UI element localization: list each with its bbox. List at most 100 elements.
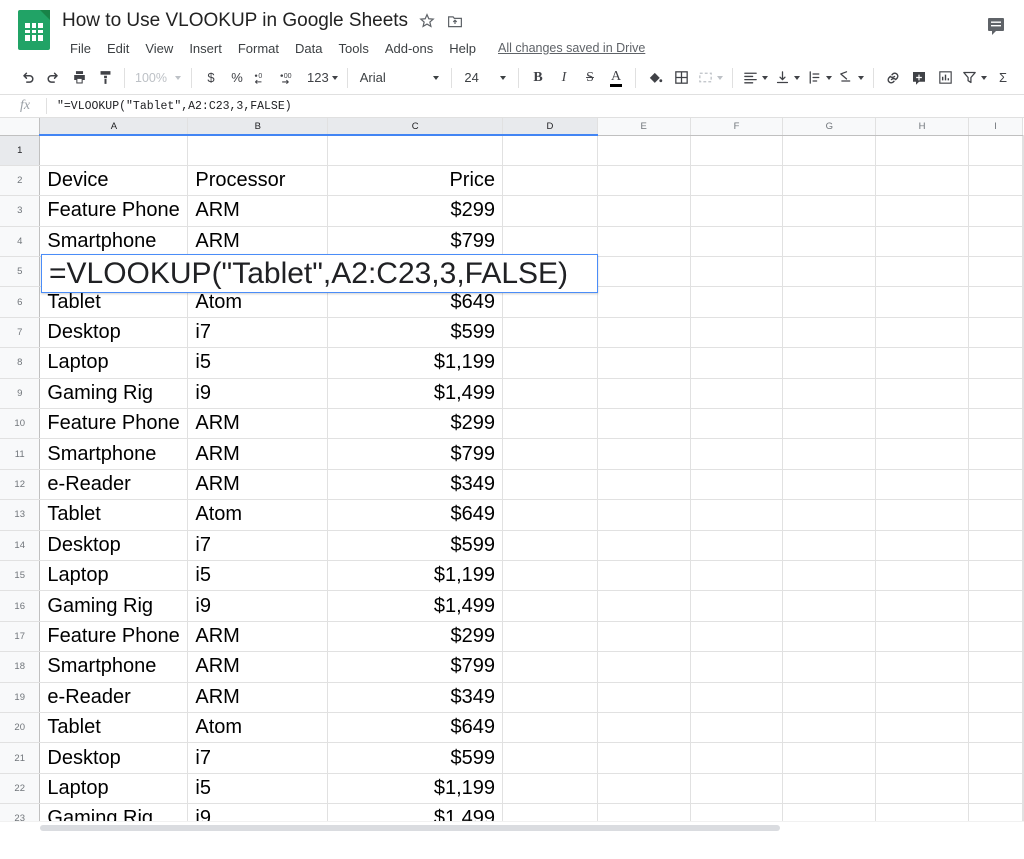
grid-cell[interactable] [968, 195, 1023, 227]
print-icon[interactable] [66, 65, 92, 91]
grid-cell-b[interactable]: i5 [187, 773, 329, 805]
grid-cell[interactable] [597, 742, 691, 774]
grid-cell[interactable] [875, 712, 970, 744]
grid-cell[interactable] [875, 621, 970, 653]
grid-cell[interactable] [502, 165, 598, 197]
grid-cell[interactable] [782, 773, 877, 805]
grid-cell[interactable] [690, 378, 784, 410]
grid-cell[interactable] [1022, 742, 1024, 774]
grid-cell[interactable] [782, 256, 877, 288]
grid-cell[interactable] [502, 408, 598, 440]
menu-item-file[interactable]: File [62, 39, 99, 58]
column-header-i[interactable]: I [968, 118, 1023, 136]
grid-cell[interactable] [597, 438, 691, 470]
grid-cell[interactable] [875, 135, 970, 166]
grid-cell-b[interactable]: ARM [187, 438, 329, 470]
row-header[interactable]: 4 [0, 226, 41, 258]
grid-cell-b[interactable]: i7 [187, 530, 329, 561]
row-header[interactable]: 6 [0, 286, 41, 318]
row-header[interactable]: 16 [0, 590, 41, 622]
grid-cell-c[interactable]: $299 [327, 621, 504, 653]
star-icon[interactable] [418, 12, 436, 30]
grid-cell[interactable] [875, 165, 970, 197]
grid-cell[interactable] [875, 317, 970, 349]
grid-cell[interactable] [782, 499, 877, 531]
grid-cell[interactable] [502, 135, 598, 166]
grid-cell-a[interactable]: e-Reader [39, 469, 189, 501]
grid-cell-b[interactable]: i5 [187, 347, 329, 379]
grid-cell[interactable] [1022, 560, 1024, 592]
column-header-c[interactable]: C [327, 118, 504, 136]
menu-item-view[interactable]: View [137, 39, 181, 58]
grid-cell[interactable] [1022, 347, 1024, 379]
select-all-corner[interactable] [0, 118, 41, 136]
decrease-decimal-button[interactable]: 0 [250, 65, 276, 91]
grid-cell[interactable] [1022, 712, 1024, 744]
paint-format-icon[interactable] [92, 65, 118, 91]
grid-cell[interactable] [875, 742, 970, 774]
grid-cell-c[interactable]: $599 [327, 742, 504, 774]
grid-cell[interactable] [690, 317, 784, 349]
grid-cell-c[interactable]: $799 [327, 438, 504, 470]
grid-cell[interactable] [597, 712, 691, 744]
grid-cell[interactable] [597, 226, 691, 258]
grid-cell[interactable] [875, 773, 970, 805]
grid-cell[interactable] [782, 742, 877, 774]
grid-cell[interactable] [690, 590, 784, 622]
grid-cell[interactable] [782, 438, 877, 470]
grid-cell[interactable] [875, 590, 970, 622]
grid-cell[interactable] [782, 530, 877, 561]
grid-cell[interactable] [968, 165, 1023, 197]
grid-cell[interactable] [690, 530, 784, 561]
grid-cell-c[interactable]: $299 [327, 195, 504, 227]
grid-cell-c[interactable]: $1,199 [327, 347, 504, 379]
grid-cell-a[interactable]: Desktop [39, 742, 189, 774]
grid-cell-a[interactable]: Device [39, 165, 189, 197]
formula-input[interactable]: "=VLOOKUP("Tablet",A2:C23,3,FALSE) [57, 100, 292, 113]
grid-cell[interactable] [502, 530, 598, 561]
grid-cell[interactable] [875, 286, 970, 318]
grid-cell[interactable] [690, 408, 784, 440]
increase-decimal-button[interactable]: 00 [276, 65, 304, 91]
grid-cell[interactable] [690, 469, 784, 501]
grid-cell-b[interactable]: i9 [187, 378, 329, 410]
menu-item-help[interactable]: Help [441, 39, 484, 58]
more-formats-button[interactable]: 123 [304, 65, 341, 91]
grid-cell[interactable] [1022, 408, 1024, 440]
row-header[interactable]: 5 [0, 256, 41, 288]
grid-cell[interactable] [1022, 621, 1024, 653]
grid-cell[interactable] [502, 682, 598, 713]
grid-cell[interactable] [1022, 256, 1024, 288]
grid-cell[interactable] [1022, 317, 1024, 349]
grid-cell[interactable] [1022, 165, 1024, 197]
grid-cell[interactable] [1022, 226, 1024, 258]
grid-cell[interactable] [782, 408, 877, 440]
text-color-button[interactable]: A [603, 65, 629, 91]
grid-cell[interactable] [1022, 438, 1024, 470]
grid-cell[interactable] [968, 378, 1023, 410]
menu-item-tools[interactable]: Tools [330, 39, 376, 58]
grid-cell[interactable] [1022, 135, 1024, 166]
grid-cell[interactable] [968, 712, 1023, 744]
grid-cell[interactable] [597, 135, 691, 166]
grid-cell-c[interactable]: $599 [327, 317, 504, 349]
column-header-f[interactable]: F [690, 118, 784, 136]
grid-cell[interactable] [782, 712, 877, 744]
column-header-h[interactable]: H [875, 118, 970, 136]
italic-button[interactable]: I [551, 65, 577, 91]
grid-cell[interactable] [782, 651, 877, 683]
grid-cell-c[interactable]: $649 [327, 499, 504, 531]
grid-cell[interactable] [502, 651, 598, 683]
grid-cell[interactable] [502, 499, 598, 531]
grid-cell[interactable] [875, 256, 970, 288]
grid-cell-a[interactable]: Laptop [39, 773, 189, 805]
grid-cell[interactable] [968, 286, 1023, 318]
grid-cell-a[interactable]: Desktop [39, 317, 189, 349]
row-header[interactable]: 14 [0, 530, 41, 561]
row-header[interactable]: 18 [0, 651, 41, 683]
grid-cell-b[interactable]: Processor [187, 165, 329, 197]
grid-cell-a[interactable]: Gaming Rig [39, 590, 189, 622]
fill-color-icon[interactable] [642, 65, 668, 91]
grid-cell[interactable] [1022, 499, 1024, 531]
row-header[interactable]: 11 [0, 438, 41, 470]
